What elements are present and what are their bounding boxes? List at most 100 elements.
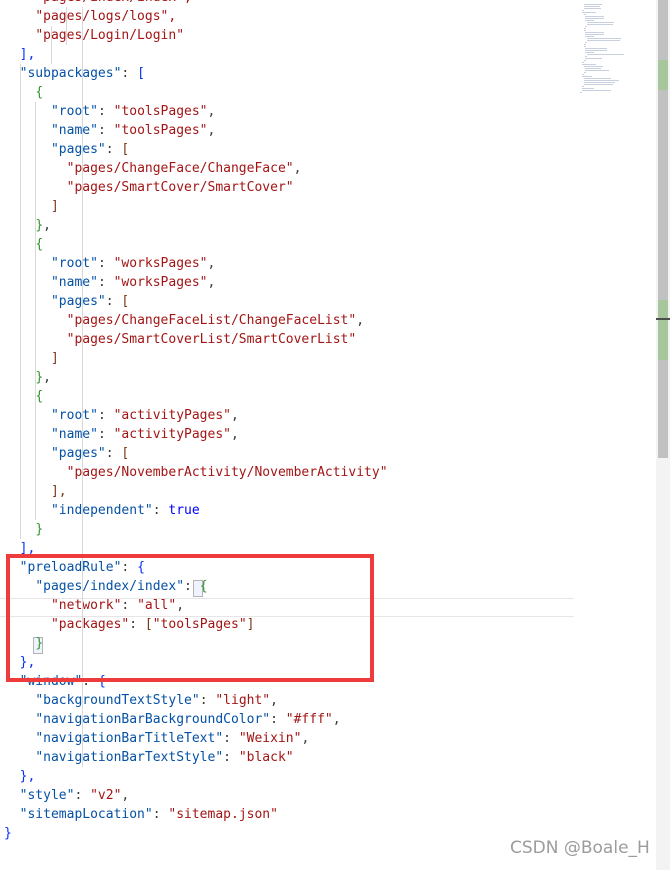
- minimap-line: [583, 8, 601, 9]
- code-line: "pages/NovemberActivity/NovemberActivity…: [4, 463, 388, 482]
- minimap-line: [585, 34, 605, 35]
- code-token: "root": [50, 104, 98, 119]
- minimap-line: [585, 26, 588, 27]
- vertical-scrollbar[interactable]: [656, 0, 670, 870]
- code-editor[interactable]: "pages/index/index", "pages/logs/logs", …: [0, 0, 574, 870]
- code-token: "sitemapLocation": [19, 807, 153, 822]
- scrollbar-change-marker: [658, 60, 668, 90]
- code-line: },: [4, 216, 51, 235]
- code-token: "style": [19, 788, 75, 803]
- code-token: {: [35, 389, 44, 404]
- minimap-line: [581, 88, 595, 89]
- code-token: "#fff": [285, 712, 333, 727]
- code-token: },: [19, 769, 36, 784]
- minimap-line: [581, 64, 597, 65]
- code-token: "Weixin": [238, 731, 302, 746]
- minimap-line: [587, 22, 615, 23]
- minimap-line: [581, 12, 597, 13]
- code-token: :: [97, 427, 114, 442]
- minimap-line: [581, 74, 584, 75]
- minimap-line: [585, 70, 609, 71]
- minimap-line: [583, 4, 602, 5]
- minimap-line: [580, 92, 582, 93]
- minimap-line: [585, 56, 588, 57]
- code-token: :: [199, 693, 216, 708]
- code-line: "pages": [: [4, 140, 129, 159]
- code-token: "pages/NovemberActivity/NovemberActivity…: [66, 465, 388, 480]
- code-token: ]: [50, 199, 59, 214]
- code-token: "worksPages": [113, 275, 208, 290]
- code-token: ,: [121, 788, 130, 803]
- code-token: "name": [50, 123, 98, 138]
- code-line: {: [4, 387, 43, 406]
- code-token: "subpackages": [19, 66, 122, 81]
- minimap-line: [581, 86, 584, 87]
- code-token: ,: [332, 712, 341, 727]
- indent-guide: [35, 102, 37, 520]
- minimap-line: [585, 52, 595, 53]
- code-token: "root": [50, 256, 98, 271]
- code-line: },: [4, 767, 36, 786]
- code-token: ,: [43, 370, 51, 385]
- code-line: ]: [4, 197, 59, 216]
- indent-guide: [19, 64, 21, 83]
- minimap-line: [583, 30, 586, 31]
- minimap-line: [581, 76, 592, 77]
- code-token: :: [105, 142, 122, 157]
- code-token: :: [270, 712, 286, 727]
- code-token: :: [152, 503, 169, 518]
- code-token: "root": [50, 408, 98, 423]
- code-token: ,: [43, 218, 51, 233]
- code-line: "root": "activityPages",: [4, 406, 239, 425]
- preload-rule-annotation-box: [6, 554, 374, 682]
- code-line: "pages/index/index",: [4, 0, 192, 7]
- code-token: "sitemap.json": [168, 807, 278, 822]
- code-token: ,: [231, 427, 239, 442]
- code-token: "pages/SmartCoverList/SmartCoverList": [66, 332, 357, 347]
- code-line: "independent": true: [4, 501, 200, 520]
- code-line: {: [4, 235, 43, 254]
- minimap-line: [583, 28, 586, 29]
- minimap-line: [585, 32, 605, 33]
- minimap[interactable]: [574, 0, 656, 870]
- code-token: :: [97, 256, 114, 271]
- code-token: ,: [270, 693, 278, 708]
- code-token: "pages": [50, 294, 106, 309]
- indent-guide: [66, 7, 68, 45]
- minimap-line: [585, 50, 607, 51]
- code-token: :: [97, 123, 114, 138]
- code-token: ,: [356, 313, 365, 328]
- minimap-line: [587, 54, 625, 55]
- minimap-line: [583, 46, 586, 47]
- code-token: ,: [293, 161, 302, 176]
- minimap-line: [583, 80, 619, 81]
- code-line: ],: [4, 45, 36, 64]
- code-line: "navigationBarTextStyle": "black": [4, 748, 293, 767]
- code-token: ,: [207, 275, 216, 290]
- code-token: true: [168, 503, 200, 518]
- minimap-line: [585, 20, 595, 21]
- code-line: "style": "v2",: [4, 786, 130, 805]
- code-token: [: [121, 142, 130, 157]
- code-token: "backgroundTextStyle": [35, 693, 200, 708]
- code-token: [: [137, 66, 145, 81]
- code-token: "name": [50, 427, 98, 442]
- scrollbar-cursor-marker: [656, 318, 670, 320]
- code-line: "subpackages": [: [4, 64, 145, 83]
- minimap-line: [583, 78, 612, 79]
- minimap-line: [585, 68, 601, 69]
- minimap-line: [587, 38, 622, 39]
- code-token: "pages": [50, 142, 106, 157]
